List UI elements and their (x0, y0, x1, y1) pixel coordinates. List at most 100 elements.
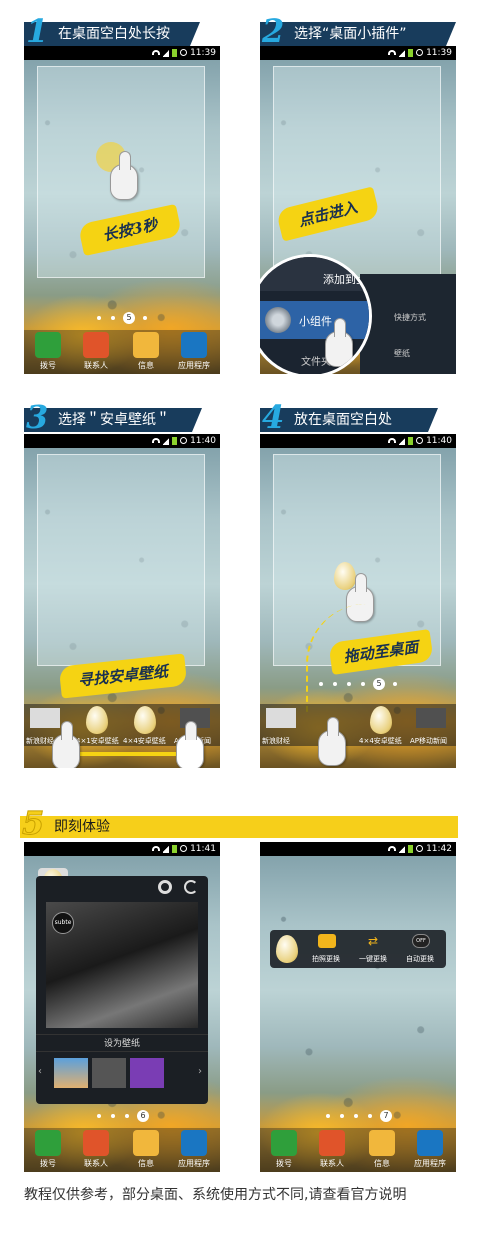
hand-pointer-icon (325, 318, 353, 367)
add-menu-panel: 快捷方式 壁纸 (360, 274, 456, 374)
gear-icon (265, 307, 291, 333)
wallpaper-thumb[interactable] (92, 1058, 126, 1088)
step-2-header: 2 选择“桌面小插件” (260, 12, 456, 50)
dock-app-messages[interactable]: 信息 (360, 1130, 404, 1169)
swipe-arrow (64, 752, 176, 756)
wifi-icon (388, 846, 397, 851)
phone-screen-1: 11:39 长按3秒 5 拨号 联系人 信息 应用程序 (24, 46, 220, 374)
envelope-icon (133, 332, 159, 358)
widget-4x4-label: 4×4安卓壁纸 (123, 737, 166, 745)
page-indicator: 7 (260, 1110, 456, 1122)
step-5-number: 5 (21, 804, 45, 843)
step-4-header: 4 放在桌面空白处 (260, 398, 438, 436)
envelope-icon (133, 1130, 159, 1156)
phone-screen-4: 11:40 拖动至桌面 5 新浪财经 4×4安卓壁纸 AP移动新闻 (260, 434, 456, 768)
dock-app-messages[interactable]: 信息 (124, 1130, 168, 1169)
step-2-number: 2 (262, 12, 285, 50)
battery-icon (172, 436, 178, 445)
wallpaper-picker-panel: subte 设为壁纸 ‹ › (36, 876, 208, 1104)
battery-icon (172, 844, 178, 853)
egg-logo-icon[interactable] (276, 935, 298, 963)
wifi-icon (388, 438, 397, 443)
refresh-icon[interactable] (184, 880, 198, 894)
widget-thumb-right[interactable] (416, 708, 446, 728)
status-time: 11:40 (426, 436, 452, 446)
step-2-title: 选择“桌面小插件” (294, 26, 407, 42)
auto-change-toggle[interactable]: OFF (412, 934, 430, 948)
status-bar: 11:42 (260, 842, 456, 856)
step-4-number: 4 (262, 398, 285, 436)
dock-app-contacts[interactable]: 联系人 (74, 1130, 118, 1169)
menu-item-shortcut[interactable]: 快捷方式 (394, 312, 426, 323)
step-4-title: 放在桌面空白处 (294, 412, 392, 428)
phone-screen-3: 11:40 寻找安卓壁纸 新浪财经 4×1安卓壁纸 4×4安卓壁纸 AP移动新闻 (24, 434, 220, 768)
dock-app-apps[interactable]: 应用程序 (408, 1130, 452, 1169)
battery-icon (408, 436, 414, 445)
step-1-number: 1 (26, 12, 49, 50)
wifi-icon (152, 846, 161, 851)
camera-icon[interactable] (318, 934, 336, 948)
phone-screen-6: 11:42 拍照更换 ⇄ 一键更换 OFF 自动更换 7 拨号 联系人 信息 应… (260, 842, 456, 1172)
status-time: 11:42 (426, 844, 452, 854)
dock-app-messages[interactable]: 信息 (124, 332, 168, 371)
status-time: 11:41 (190, 844, 216, 854)
subte-badge: subte (52, 912, 74, 934)
dock: 拨号 联系人 信息 应用程序 (24, 1128, 220, 1172)
contacts-icon (83, 332, 109, 358)
dock-app-dialer[interactable]: 拨号 (26, 1130, 70, 1169)
battery-icon (172, 48, 178, 57)
grid-icon (181, 1130, 207, 1156)
alarm-icon (416, 845, 424, 852)
status-time: 11:39 (190, 48, 216, 58)
menu-item-wallpaper[interactable]: 壁纸 (394, 348, 410, 359)
signal-icon (399, 436, 406, 445)
empty-desktop-area (37, 454, 205, 666)
signal-icon (399, 48, 406, 57)
phone-screen-5: 11:41 subte 设为壁纸 ‹ › 6 拨号 联系人 信息 应用程序 (24, 842, 220, 1172)
signal-icon (163, 48, 170, 57)
egg-widget-bar: 拍照更换 ⇄ 一键更换 OFF 自动更换 (270, 930, 446, 968)
contacts-icon (83, 1130, 109, 1156)
step-5-header: 5 即刻体验 (20, 804, 458, 843)
dock-app-dialer[interactable]: 拨号 (262, 1130, 306, 1169)
wifi-icon (388, 50, 397, 55)
chevron-right-icon[interactable]: › (198, 1066, 202, 1077)
status-time: 11:40 (190, 436, 216, 446)
step-1-title: 在桌面空白处长按 (58, 26, 170, 42)
dock-app-contacts[interactable]: 联系人 (310, 1130, 354, 1169)
footer-note: 教程仅供参考，部分桌面、系统使用方式不同,请查看官方说明 (24, 1187, 407, 1203)
chevron-left-icon[interactable]: ‹ (38, 1066, 42, 1077)
wallpaper-thumb[interactable] (54, 1058, 88, 1088)
status-bar: 11:39 (24, 46, 220, 60)
page-indicator: 6 (24, 1110, 220, 1122)
alarm-icon (416, 437, 424, 444)
status-bar: 11:39 (260, 46, 456, 60)
alarm-icon (180, 437, 188, 444)
dock-app-contacts[interactable]: 联系人 (74, 332, 118, 371)
grid-icon (181, 332, 207, 358)
page-indicator: 5 (260, 678, 456, 690)
status-time: 11:39 (426, 48, 452, 58)
wallpaper-preview: subte (46, 902, 198, 1028)
alarm-icon (180, 49, 188, 56)
dock-app-apps[interactable]: 应用程序 (172, 332, 216, 371)
hand-pointer-icon-2 (176, 721, 204, 768)
signal-icon (163, 844, 170, 853)
menu-title: 添加到主 (323, 273, 367, 286)
widget-thumb-left[interactable] (30, 708, 60, 728)
egg-widget-4x4-icon[interactable] (370, 706, 392, 734)
widget-thumb-left[interactable] (266, 708, 296, 728)
dock-app-apps[interactable]: 应用程序 (172, 1130, 216, 1169)
page-indicator: 5 (24, 312, 220, 324)
battery-icon (408, 844, 414, 853)
swap-icon[interactable]: ⇄ (364, 934, 382, 948)
magnifier-circle: 添加到主 小组件 文件夹 (260, 254, 372, 374)
hand-pointer-icon (52, 721, 80, 768)
dock-app-dialer[interactable]: 拨号 (26, 332, 70, 371)
egg-widget-4x4-icon[interactable] (134, 706, 156, 734)
set-wallpaper-button[interactable]: 设为壁纸 (36, 1034, 208, 1052)
gear-icon[interactable] (158, 880, 172, 894)
egg-widget-4x1-icon[interactable] (86, 706, 108, 734)
widget-4x1-label: 4×1安卓壁纸 (76, 737, 119, 745)
wallpaper-thumb[interactable] (130, 1058, 164, 1088)
